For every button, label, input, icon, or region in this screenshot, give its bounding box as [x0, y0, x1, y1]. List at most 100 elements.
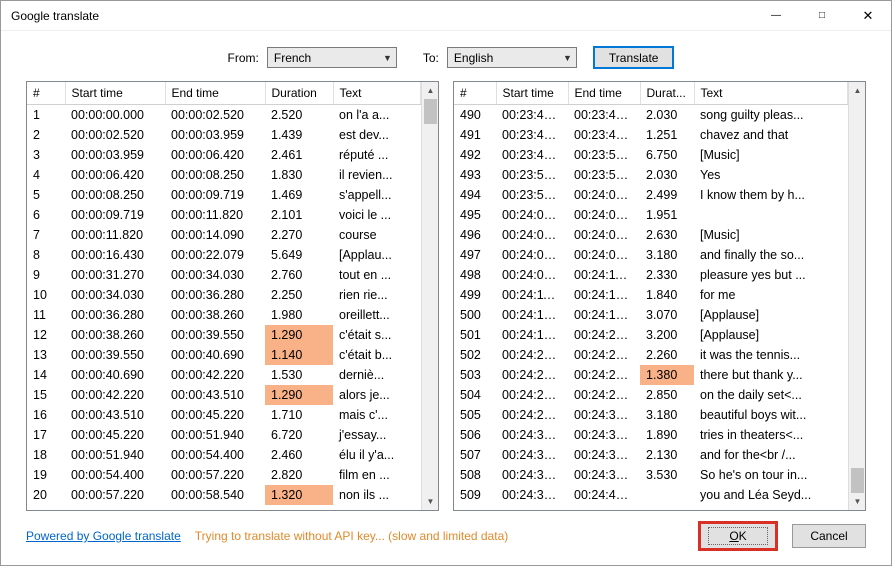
source-table[interactable]: # Start time End time Duration Text 100:… [27, 82, 421, 505]
cell: 00:00:43.510 [65, 405, 165, 425]
cancel-button[interactable]: Cancel [792, 524, 866, 548]
table-row[interactable]: 2000:00:57.22000:00:58.5401.320non ils .… [27, 485, 421, 505]
col-start[interactable]: Start time [496, 82, 568, 105]
cell: 1.840 [640, 285, 694, 305]
table-row[interactable]: 49500:24:01....00:24:03....1.951 [454, 205, 848, 225]
cell: tries in theaters<... [694, 425, 848, 445]
table-row[interactable]: 300:00:03.95900:00:06.4202.461réputé ... [27, 145, 421, 165]
source-table-wrap: # Start time End time Duration Text 100:… [26, 81, 439, 511]
maximize-button[interactable]: □ [799, 1, 845, 31]
col-durat[interactable]: Durat... [640, 82, 694, 105]
cell: 00:24:34.... [496, 445, 568, 465]
table-row[interactable]: 1100:00:36.28000:00:38.2601.980oreillett… [27, 305, 421, 325]
col-end[interactable]: End time [165, 82, 265, 105]
cell: [Music] [694, 145, 848, 165]
table-row[interactable]: 1300:00:39.55000:00:40.6901.140c'était b… [27, 345, 421, 365]
table-row[interactable]: 50000:24:13....00:24:16....3.070[Applaus… [454, 305, 848, 325]
table-row[interactable]: 50600:24:32....00:24:34....1.890tries in… [454, 425, 848, 445]
ok-button[interactable]: OK [698, 521, 778, 551]
titlebar: Google translate ― □ ✕ [1, 1, 891, 31]
scroll-thumb[interactable] [424, 99, 437, 124]
col-end[interactable]: End time [568, 82, 640, 105]
source-scrollbar[interactable]: ▲ ▼ [421, 82, 438, 510]
table-row[interactable]: 49100:23:44....00:23:46....1.251chavez a… [454, 125, 848, 145]
table-row[interactable]: 100:00:00.00000:00:02.5202.520on l'a a..… [27, 105, 421, 126]
table-row[interactable]: 1900:00:54.40000:00:57.2202.820film en .… [27, 465, 421, 485]
cell: 00:24:17.... [496, 325, 568, 345]
table-row[interactable]: 50400:24:26....00:24:28....2.850on the d… [454, 385, 848, 405]
cell: réputé ... [333, 145, 421, 165]
cell: 00:24:01.... [496, 205, 568, 225]
table-row[interactable]: 49400:23:59....00:24:01....2.499I know t… [454, 185, 848, 205]
table-row[interactable]: 49900:24:11....00:24:13....1.840for me [454, 285, 848, 305]
scroll-up-icon[interactable]: ▲ [849, 82, 866, 99]
cell: 00:24:39.... [496, 485, 568, 505]
scroll-thumb[interactable] [851, 468, 864, 493]
cell: [Applause] [694, 305, 848, 325]
cell: 00:00:42.220 [65, 385, 165, 405]
target-table[interactable]: # Start time End time Durat... Text 4900… [454, 82, 848, 505]
col-num[interactable]: # [454, 82, 496, 105]
table-row[interactable]: 49700:24:06....00:24:09....3.180and fina… [454, 245, 848, 265]
cell: tout en ... [333, 265, 421, 285]
cell: 00:00:02.520 [65, 125, 165, 145]
cell: 00:00:58.540 [165, 485, 265, 505]
table-row[interactable]: 50500:24:28....00:24:32....3.180beautifu… [454, 405, 848, 425]
table-row[interactable]: 50300:24:24....00:24:26....1.380there bu… [454, 365, 848, 385]
translate-button[interactable]: Translate [593, 46, 675, 69]
cell: 500 [454, 305, 496, 325]
cell: 491 [454, 125, 496, 145]
close-button[interactable]: ✕ [845, 1, 891, 31]
table-row[interactable]: 600:00:09.71900:00:11.8202.101voici le .… [27, 205, 421, 225]
cell: 00:24:36.... [568, 445, 640, 465]
table-row[interactable]: 49600:24:03....00:24:06....2.630[Music] [454, 225, 848, 245]
table-row[interactable]: 1000:00:34.03000:00:36.2802.250rien rie.… [27, 285, 421, 305]
table-row[interactable]: 1700:00:45.22000:00:51.9406.720j'essay..… [27, 425, 421, 445]
table-row[interactable]: 50700:24:34....00:24:36....2.130and for … [454, 445, 848, 465]
table-row[interactable]: 400:00:06.42000:00:08.2501.830il revien.… [27, 165, 421, 185]
cell: il revien... [333, 165, 421, 185]
table-row[interactable]: 700:00:11.82000:00:14.0902.270course [27, 225, 421, 245]
target-scrollbar[interactable]: ▲ ▼ [848, 82, 865, 510]
scroll-down-icon[interactable]: ▼ [849, 493, 866, 510]
scroll-down-icon[interactable]: ▼ [422, 493, 439, 510]
from-language-dropdown[interactable]: French ▼ [267, 47, 397, 68]
cell: voici le ... [333, 205, 421, 225]
cell: 00:24:01.... [568, 185, 640, 205]
table-row[interactable]: 50900:24:39....00:24:41....you and Léa S… [454, 485, 848, 505]
status-message: Trying to translate without API key... (… [195, 529, 508, 543]
table-row[interactable]: 50200:24:22....00:24:24....2.260it was t… [454, 345, 848, 365]
table-row[interactable]: 1200:00:38.26000:00:39.5501.290c'était s… [27, 325, 421, 345]
table-row[interactable]: 49800:24:09....00:24:11....2.330pleasure… [454, 265, 848, 285]
col-text[interactable]: Text [333, 82, 421, 105]
table-row[interactable]: 1800:00:51.94000:00:54.4002.460élu il y'… [27, 445, 421, 465]
table-row[interactable]: 1600:00:43.51000:00:45.2201.710mais c'..… [27, 405, 421, 425]
col-start[interactable]: Start time [65, 82, 165, 105]
col-text[interactable]: Text [694, 82, 848, 105]
from-label: From: [228, 51, 259, 65]
table-row[interactable]: 49200:23:46....00:23:52....6.750[Music] [454, 145, 848, 165]
table-row[interactable]: 500:00:08.25000:00:09.7191.469s'appell..… [27, 185, 421, 205]
table-row[interactable]: 1400:00:40.69000:00:42.2201.530derniè... [27, 365, 421, 385]
table-row[interactable]: 50800:24:36....00:24:39....3.530So he's … [454, 465, 848, 485]
cell: 00:24:11.... [496, 285, 568, 305]
target-table-wrap: # Start time End time Durat... Text 4900… [453, 81, 866, 511]
cell: 00:00:09.719 [65, 205, 165, 225]
table-row[interactable]: 800:00:16.43000:00:22.0795.649[Applau... [27, 245, 421, 265]
table-row[interactable]: 900:00:31.27000:00:34.0302.760tout en ..… [27, 265, 421, 285]
col-num[interactable]: # [27, 82, 65, 105]
to-language-dropdown[interactable]: English ▼ [447, 47, 577, 68]
table-row[interactable]: 1500:00:42.22000:00:43.5101.290alors je.… [27, 385, 421, 405]
cell: 496 [454, 225, 496, 245]
scroll-up-icon[interactable]: ▲ [422, 82, 439, 99]
minimize-button[interactable]: ― [753, 1, 799, 31]
powered-by-link[interactable]: Powered by Google translate [26, 529, 181, 543]
table-row[interactable]: 200:00:02.52000:00:03.9591.439est dev... [27, 125, 421, 145]
cell: 494 [454, 185, 496, 205]
table-row[interactable]: 49000:23:42....00:23:44....2.030song gui… [454, 105, 848, 126]
col-duration[interactable]: Duration [265, 82, 333, 105]
table-row[interactable]: 49300:23:56....00:23:58....2.030Yes [454, 165, 848, 185]
cell: 00:00:08.250 [165, 165, 265, 185]
cell: 00:00:16.430 [65, 245, 165, 265]
table-row[interactable]: 50100:24:17....00:24:20....3.200[Applaus… [454, 325, 848, 345]
